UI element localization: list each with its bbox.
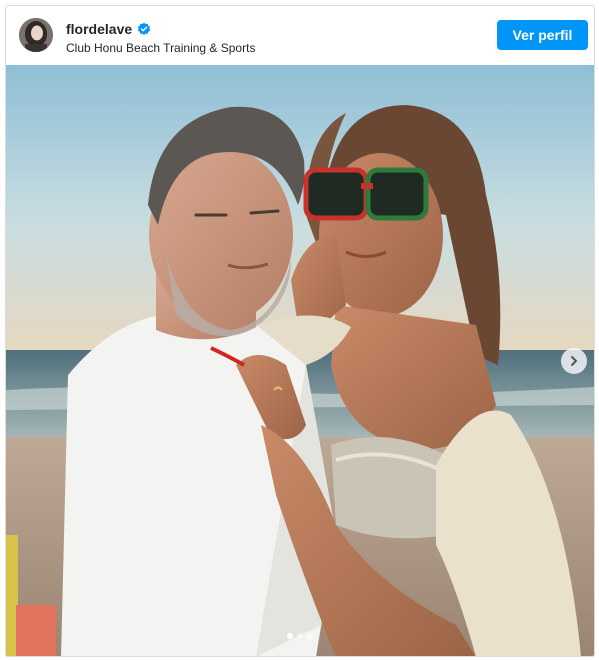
post-meta: flordelave Club Honu Beach Training & Sp… xyxy=(66,20,255,55)
verified-badge-icon xyxy=(137,22,151,36)
username-row: flordelave xyxy=(66,20,255,38)
post-photo[interactable] xyxy=(6,65,594,656)
post-header: flordelave Club Honu Beach Training & Sp… xyxy=(6,6,594,65)
avatar-image xyxy=(19,18,53,52)
carousel-dot-1 xyxy=(287,633,293,639)
carousel-dot-2 xyxy=(297,633,303,639)
instagram-embed-post: flordelave Club Honu Beach Training & Sp… xyxy=(5,5,595,657)
carousel-dot-3 xyxy=(307,633,313,639)
profile-avatar[interactable] xyxy=(19,18,53,52)
view-profile-button[interactable]: Ver perfil xyxy=(497,20,588,50)
chevron-right-icon xyxy=(571,356,577,366)
username-link[interactable]: flordelave xyxy=(66,21,132,37)
photo-image xyxy=(6,65,594,656)
carousel-indicator xyxy=(287,633,313,639)
next-slide-button[interactable] xyxy=(561,348,587,374)
location-link[interactable]: Club Honu Beach Training & Sports xyxy=(66,41,255,55)
